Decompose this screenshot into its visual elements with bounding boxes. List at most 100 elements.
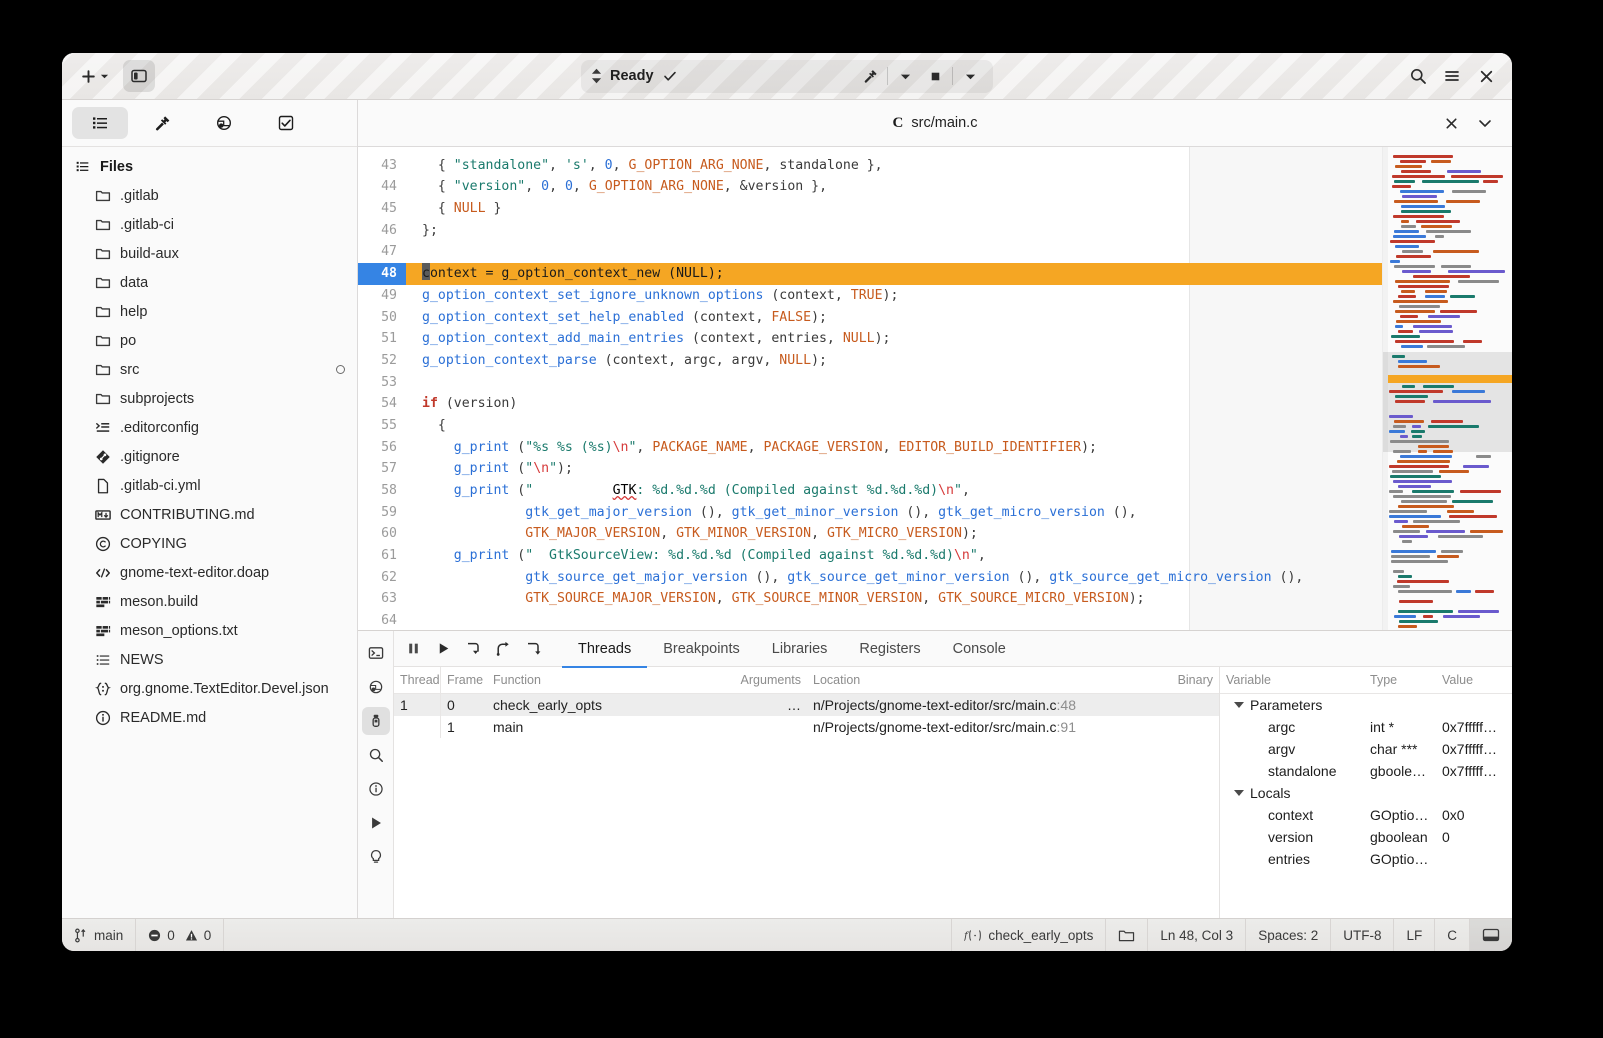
run-icon[interactable] (362, 809, 390, 837)
variables-table-row[interactable]: contextGOptio…0x0 (1220, 804, 1512, 826)
code-line[interactable]: 58 g_print (" GTK: %d.%d.%d (Compiled ag… (358, 480, 1382, 502)
symbol-indicator[interactable]: f check_early_opts (951, 919, 1105, 951)
chevron-down-icon[interactable] (1470, 108, 1500, 138)
column-binary[interactable]: Binary (1157, 673, 1219, 687)
column-value[interactable]: Value (1436, 673, 1512, 687)
stop-dropdown-button[interactable] (955, 62, 985, 90)
column-thread[interactable]: Thread (394, 673, 440, 687)
code-line[interactable]: 50g_option_context_set_help_enabled (con… (358, 307, 1382, 329)
code-line[interactable]: 60 GTK_MAJOR_VERSION, GTK_MINOR_VERSION,… (358, 523, 1382, 545)
file-tree-section-header[interactable]: Files (62, 152, 357, 181)
lightbulb-icon[interactable] (362, 843, 390, 871)
code-line[interactable]: 44 { "version", 0, 0, G_OPTION_ARG_NONE,… (358, 176, 1382, 198)
sidebar-tab-vcs[interactable] (196, 107, 252, 139)
file-tree-item[interactable]: .gitignore (62, 442, 357, 471)
variables-table-row[interactable]: entriesGOptio… (1220, 848, 1512, 870)
file-tree-item[interactable]: .gitlab-ci.yml (62, 471, 357, 500)
file-tree-item[interactable]: src (62, 355, 357, 384)
column-type[interactable]: Type (1364, 673, 1436, 687)
code-line-current[interactable]: 48context = g_option_context_new (NULL); (358, 263, 1382, 285)
code-line[interactable]: 51g_option_context_add_main_entries (con… (358, 328, 1382, 350)
hammer-build-button[interactable] (855, 62, 885, 90)
continue-button[interactable] (428, 635, 458, 663)
column-frame[interactable]: Frame (441, 673, 487, 687)
language-indicator[interactable]: C (1434, 919, 1469, 951)
code-line[interactable]: 47 (358, 241, 1382, 263)
close-icon[interactable] (1436, 108, 1466, 138)
file-tree-item[interactable]: meson.build (62, 587, 357, 616)
file-tree-item[interactable]: .editorconfig (62, 413, 357, 442)
column-variable[interactable]: Variable (1220, 673, 1364, 687)
code-line[interactable]: 45 { NULL } (358, 198, 1382, 220)
source-code-view[interactable]: 4243 { "standalone", 's', 0, G_OPTION_AR… (358, 147, 1382, 630)
code-line[interactable]: 49g_option_context_set_ignore_unknown_op… (358, 285, 1382, 307)
code-line[interactable]: 54if (version) (358, 393, 1382, 415)
terminal-icon[interactable] (362, 639, 390, 667)
code-line[interactable]: 42 (358, 147, 1382, 155)
file-tree-item[interactable]: org.gnome.TextEditor.Devel.json (62, 674, 357, 703)
encoding-indicator[interactable]: UTF-8 (1330, 919, 1393, 951)
pause-button[interactable] (398, 635, 428, 663)
tab-src-main-c[interactable]: C src/main.c (893, 115, 978, 132)
window-close-icon[interactable] (1470, 60, 1502, 92)
new-document-button[interactable] (72, 60, 117, 92)
info-icon[interactable] (362, 775, 390, 803)
cursor-position[interactable]: Ln 48, Col 3 (1147, 919, 1245, 951)
code-line[interactable]: 56 g_print ("%s %s (%s)\n", PACKAGE_NAME… (358, 437, 1382, 459)
bottom-panel-icon[interactable] (1469, 919, 1512, 951)
expander-caret-icon[interactable] (1234, 702, 1244, 708)
code-line[interactable]: 43 { "standalone", 's', 0, G_OPTION_ARG_… (358, 155, 1382, 177)
file-tree-item[interactable]: meson_options.txt (62, 616, 357, 645)
code-line[interactable]: 59 gtk_get_major_version (), gtk_get_min… (358, 502, 1382, 524)
folder-icon[interactable] (1105, 919, 1147, 951)
debug-tab-registers[interactable]: Registers (843, 632, 936, 668)
file-tree-item[interactable]: gnome-text-editor.doap (62, 558, 357, 587)
expander-caret-icon[interactable] (1234, 790, 1244, 796)
code-line[interactable]: 61 g_print (" GtkSourceView: %d.%d.%d (C… (358, 545, 1382, 567)
build-dropdown-button[interactable] (890, 62, 920, 90)
sidebar-tab-files[interactable] (72, 107, 128, 139)
sidebar-tab-build[interactable] (134, 107, 190, 139)
variables-table-row[interactable]: argcint *0x7fffff… (1220, 716, 1512, 738)
code-line[interactable]: 53 (358, 372, 1382, 394)
code-line[interactable]: 46}; (358, 220, 1382, 242)
file-tree-item[interactable]: NEWS (62, 645, 357, 674)
column-location[interactable]: Location (807, 673, 1157, 687)
file-tree-item[interactable]: README.md (62, 703, 357, 732)
hamburger-menu-icon[interactable] (1436, 60, 1468, 92)
file-tree-item[interactable]: data (62, 268, 357, 297)
indentation-indicator[interactable]: Spaces: 2 (1245, 919, 1330, 951)
column-function[interactable]: Function (487, 673, 711, 687)
toggle-left-panel-button[interactable] (123, 60, 155, 92)
minimap[interactable] (1382, 147, 1512, 630)
variables-table-row[interactable]: standalonegboole…0x7fffff… (1220, 760, 1512, 782)
file-tree-item[interactable]: COPYING (62, 529, 357, 558)
diagnostics-indicator[interactable]: 0 0 (136, 919, 224, 951)
file-tree-item[interactable]: subprojects (62, 384, 357, 413)
step-out-button[interactable] (518, 635, 548, 663)
debug-tab-console[interactable]: Console (937, 632, 1022, 668)
debugger-icon[interactable] (362, 707, 390, 735)
globe-icon[interactable] (362, 673, 390, 701)
file-tree-item[interactable]: po (62, 326, 357, 355)
column-arguments[interactable]: Arguments (711, 673, 807, 687)
threads-table-row[interactable]: 10check_early_opts…n/Projects/gnome-text… (394, 694, 1219, 716)
debug-tab-breakpoints[interactable]: Breakpoints (647, 632, 756, 668)
search-icon[interactable] (362, 741, 390, 769)
debug-tab-libraries[interactable]: Libraries (756, 632, 844, 668)
file-tree-item[interactable]: .gitlab (62, 181, 357, 210)
file-tree-item[interactable]: .gitlab-ci (62, 210, 357, 239)
stop-button[interactable] (920, 62, 950, 90)
debug-tab-threads[interactable]: Threads (562, 632, 647, 668)
search-icon[interactable] (1402, 60, 1434, 92)
omnibar[interactable]: Ready (581, 60, 993, 93)
code-line[interactable]: 52g_option_context_parse (context, argc,… (358, 350, 1382, 372)
step-over-button[interactable] (488, 635, 518, 663)
code-line[interactable]: 57 g_print ("\n"); (358, 458, 1382, 480)
file-tree-item[interactable]: CONTRIBUTING.md (62, 500, 357, 529)
line-ending-indicator[interactable]: LF (1393, 919, 1434, 951)
file-tree-item[interactable]: help (62, 297, 357, 326)
variables-table-row[interactable]: argvchar ***0x7fffff… (1220, 738, 1512, 760)
threads-table-row[interactable]: 1mainn/Projects/gnome-text-editor/src/ma… (394, 716, 1219, 738)
variables-table-row[interactable]: versiongboolean0 (1220, 826, 1512, 848)
